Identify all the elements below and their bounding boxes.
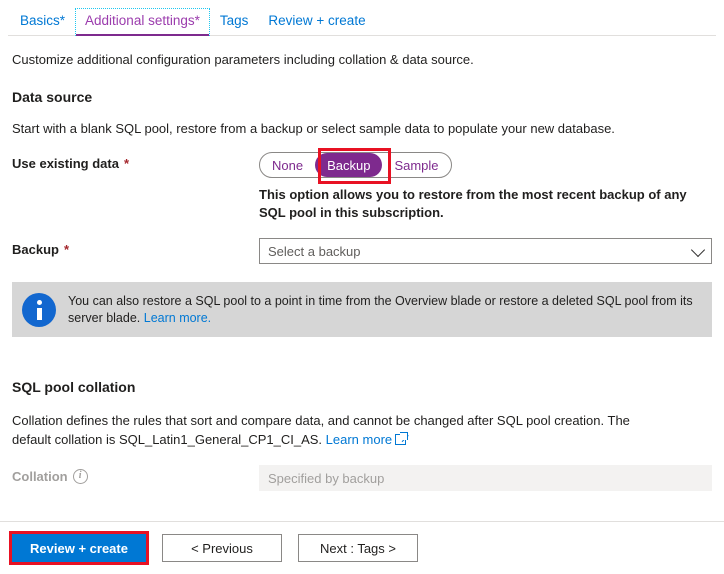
choice-option-sample[interactable]: Sample — [382, 153, 450, 177]
field-collation: Specified by backup — [259, 465, 712, 491]
chevron-down-icon — [690, 242, 706, 258]
label-backup: Backup * — [12, 238, 259, 257]
tab-basics-required: * — [59, 13, 66, 28]
use-existing-data-choice-group-wrap: None Backup Sample — [259, 148, 452, 184]
label-backup-text: Backup — [12, 242, 59, 257]
tab-additional-settings-required: * — [194, 13, 200, 28]
label-collation-text: Collation — [12, 469, 68, 484]
label-backup-required: * — [63, 242, 70, 257]
label-collation: Collation — [12, 465, 259, 484]
label-use-existing-data-text: Use existing data — [12, 156, 119, 171]
section-heading-sql-pool-collation: SQL pool collation — [12, 379, 136, 395]
field-use-existing-data: None Backup Sample This option allows yo… — [259, 148, 712, 222]
use-existing-data-help-text: This option allows you to restore from t… — [259, 187, 687, 220]
choice-option-none[interactable]: None — [260, 153, 315, 177]
collation-input-value: Specified by backup — [268, 470, 385, 486]
next-tags-button[interactable]: Next : Tags > — [298, 534, 418, 562]
review-create-button-wrap: Review + create — [9, 531, 149, 565]
info-tooltip-icon[interactable] — [72, 468, 88, 484]
collation-description-text: Collation defines the rules that sort an… — [12, 413, 630, 447]
row-backup: Backup * Select a backup — [12, 238, 712, 264]
choice-option-backup[interactable]: Backup — [315, 153, 383, 177]
field-backup: Select a backup — [259, 238, 712, 264]
collation-section: SQL pool collation Collation defines the… — [0, 379, 724, 491]
label-use-existing-data: Use existing data * — [12, 152, 259, 171]
wizard-footer: Review + create < Previous Next : Tags > — [0, 521, 724, 574]
tab-basics[interactable]: Basics* — [10, 8, 75, 36]
collation-learn-more-link[interactable]: Learn more — [326, 432, 392, 447]
tab-tags[interactable]: Tags — [210, 8, 259, 36]
info-icon — [22, 293, 56, 327]
external-link-icon — [395, 432, 409, 445]
row-collation: Collation Specified by backup — [12, 465, 712, 491]
page-intro-text: Customize additional configuration param… — [12, 52, 474, 67]
tab-basics-label: Basics — [20, 13, 60, 28]
info-banner: You can also restore a SQL pool to a poi… — [12, 282, 712, 337]
tab-additional-settings-label: Additional settings — [85, 13, 195, 28]
info-banner-learn-more-link[interactable]: Learn more. — [144, 311, 211, 325]
section-heading-data-source: Data source — [12, 89, 93, 105]
tab-review-create-label: Review + create — [268, 13, 366, 28]
row-use-existing-data: Use existing data * None Backup Sample Th… — [12, 148, 712, 222]
form-content: Customize additional configuration param… — [0, 52, 724, 264]
info-banner-text: You can also restore a SQL pool to a poi… — [68, 292, 700, 327]
collation-input-disabled: Specified by backup — [259, 465, 712, 491]
previous-button[interactable]: < Previous — [162, 534, 282, 562]
tab-review-create[interactable]: Review + create — [258, 8, 375, 36]
backup-select-value: Select a backup — [268, 243, 361, 259]
data-source-description: Start with a blank SQL pool, restore fro… — [12, 121, 615, 136]
backup-select-dropdown[interactable]: Select a backup — [259, 238, 712, 264]
wizard-tab-strip: Basics* Additional settings* Tags Review… — [0, 0, 724, 36]
collation-description: Collation defines the rules that sort an… — [12, 411, 672, 449]
label-use-existing-data-required: * — [123, 156, 129, 171]
tab-additional-settings[interactable]: Additional settings* — [75, 8, 210, 36]
review-create-button[interactable]: Review + create — [12, 534, 146, 562]
use-existing-data-choice-group: None Backup Sample — [259, 152, 452, 178]
tab-tags-label: Tags — [219, 13, 249, 28]
